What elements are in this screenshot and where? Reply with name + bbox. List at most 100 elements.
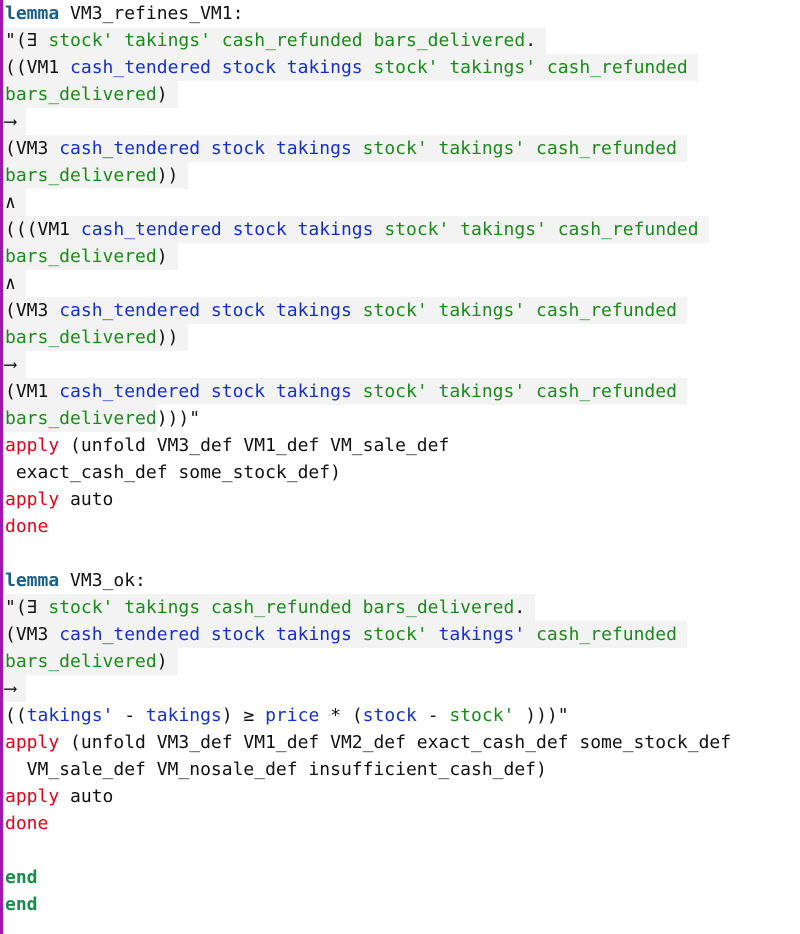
apply-method: auto — [59, 489, 114, 510]
done-line: done — [5, 513, 795, 540]
apply-method: auto — [59, 786, 114, 807]
free-var: stock — [362, 705, 417, 726]
code-line: (VM3 cash_tendered stock takings stock' … — [5, 621, 795, 648]
bound-vars: bars_delivered — [5, 408, 157, 429]
code-token: . — [514, 597, 526, 618]
highlighted-region: bars_delivered)) — [5, 162, 189, 189]
apply-line-continued: VM_sale_def VM_nosale_def insufficient_c… — [5, 756, 795, 783]
code-token: - — [416, 705, 450, 726]
done-keyword: done — [5, 516, 49, 537]
bound-vars: bars_delivered — [5, 165, 157, 186]
apply-line: apply (unfold VM3_def VM1_def VM2_def ex… — [5, 729, 795, 756]
free-vars: cash_tendered stock takings — [70, 57, 363, 78]
code-token: (( — [5, 705, 27, 726]
highlighted-region: bars_delivered) — [5, 243, 178, 270]
highlighted-region: (VM3 cash_tendered stock takings stock' … — [5, 135, 687, 162]
highlighted-region: "(∃ stock' takings cash_refunded bars_de… — [5, 594, 536, 621]
apply-line: apply auto — [5, 783, 795, 810]
lemma-name: VM3_ok: — [59, 570, 146, 591]
and-symbol: ∧ — [5, 192, 16, 213]
apply-method-cont: exact_cash_def some_stock_def) — [5, 462, 341, 483]
highlighted-region: (((VM1 cash_tendered stock takings stock… — [5, 216, 709, 243]
theory-editor[interactable]: lemma VM3_refines_VM1: "(∃ stock' taking… — [5, 0, 795, 934]
code-line: bars_delivered) — [5, 243, 795, 270]
done-line: done — [5, 810, 795, 837]
code-token: )))" — [156, 408, 201, 429]
code-token: ) — [156, 246, 168, 267]
highlighted-region: ∧ — [5, 270, 26, 297]
highlighted-region: bars_delivered) — [5, 81, 178, 108]
code-token: (VM3 — [5, 624, 60, 645]
apply-method-cont: VM_sale_def VM_nosale_def insufficient_c… — [5, 759, 547, 780]
highlighted-region: ((VM1 cash_tendered stock takings stock'… — [5, 54, 698, 81]
highlighted-region: (VM3 cash_tendered stock takings stock' … — [5, 297, 687, 324]
code-token: )) — [156, 327, 179, 348]
apply-keyword: apply — [5, 489, 60, 510]
code-line: ((takings' - takings) ≥ price * (stock -… — [5, 702, 795, 729]
code-token: - — [113, 705, 146, 726]
apply-method: (unfold VM3_def VM1_def VM_sale_def — [59, 435, 450, 456]
implies-symbol: ⟶ — [5, 354, 16, 375]
code-token: (VM3 — [5, 300, 60, 321]
bound-vars: stock' takings' cash_refunded — [362, 300, 677, 321]
bound-var: stock' — [362, 624, 428, 645]
code-line: bars_delivered) — [5, 648, 795, 675]
bound-vars: stock' takings' cash_refunded — [373, 57, 688, 78]
code-token: (((VM1 — [5, 219, 81, 240]
code-token: * ( — [319, 705, 363, 726]
free-var: takings' — [26, 705, 114, 726]
code-line: bars_delivered)))" — [5, 405, 795, 432]
lemma-header-line: lemma VM3_refines_VM1: — [5, 0, 795, 27]
bound-vars: bars_delivered — [5, 84, 157, 105]
free-vars: cash_tendered stock takings — [59, 138, 352, 159]
code-line: ⟶ — [5, 675, 795, 702]
free-vars: cash_tendered stock takings — [59, 381, 352, 402]
free-vars: cash_tendered stock takings — [59, 624, 352, 645]
code-line: "(∃ stock' takings' cash_refunded bars_d… — [5, 27, 795, 54]
apply-keyword: apply — [5, 732, 60, 753]
code-line: (VM3 cash_tendered stock takings stock' … — [5, 135, 795, 162]
bound-vars: bars_delivered — [5, 246, 157, 267]
lemma-keyword: lemma — [5, 3, 60, 24]
bound-vars: stock' takings' cash_refunded — [384, 219, 699, 240]
code-line: ((VM1 cash_tendered stock takings stock'… — [5, 54, 795, 81]
end-keyword: end — [5, 867, 38, 888]
apply-line: apply auto — [5, 486, 795, 513]
end-line: end — [5, 891, 795, 918]
code-token: ) — [156, 84, 168, 105]
bound-vars: stock' takings cash_refunded bars_delive… — [48, 597, 515, 618]
code-line: (((VM1 cash_tendered stock takings stock… — [5, 216, 795, 243]
highlighted-region: ⟶ — [5, 108, 26, 135]
highlighted-region: (VM3 cash_tendered stock takings stock' … — [5, 621, 687, 648]
apply-method: (unfold VM3_def VM1_def VM2_def exact_ca… — [59, 732, 732, 753]
free-vars: cash_tendered stock takings — [59, 300, 352, 321]
bound-vars: bars_delivered — [5, 327, 157, 348]
bound-vars: stock' takings' cash_refunded — [362, 381, 677, 402]
code-line: (VM1 cash_tendered stock takings stock' … — [5, 378, 795, 405]
code-line: ∧ — [5, 189, 795, 216]
highlighted-region: ⟶ — [5, 675, 26, 702]
free-var: takings' — [438, 624, 526, 645]
end-line: end — [5, 864, 795, 891]
highlighted-region: bars_delivered) — [5, 648, 178, 675]
highlighted-region: "(∃ stock' takings' cash_refunded bars_d… — [5, 27, 547, 54]
code-token: "(∃ — [5, 597, 49, 618]
code-token: ) — [156, 651, 168, 672]
implies-symbol: ⟶ — [5, 111, 16, 132]
done-keyword: done — [5, 813, 49, 834]
code-token: (VM3 — [5, 138, 60, 159]
apply-line-continued: exact_cash_def some_stock_def) — [5, 459, 795, 486]
free-var: price — [265, 705, 320, 726]
highlighted-region: ⟶ — [5, 351, 26, 378]
apply-line: apply (unfold VM3_def VM1_def VM_sale_de… — [5, 432, 795, 459]
code-token: )))" — [514, 705, 569, 726]
bound-vars: bars_delivered — [5, 651, 157, 672]
